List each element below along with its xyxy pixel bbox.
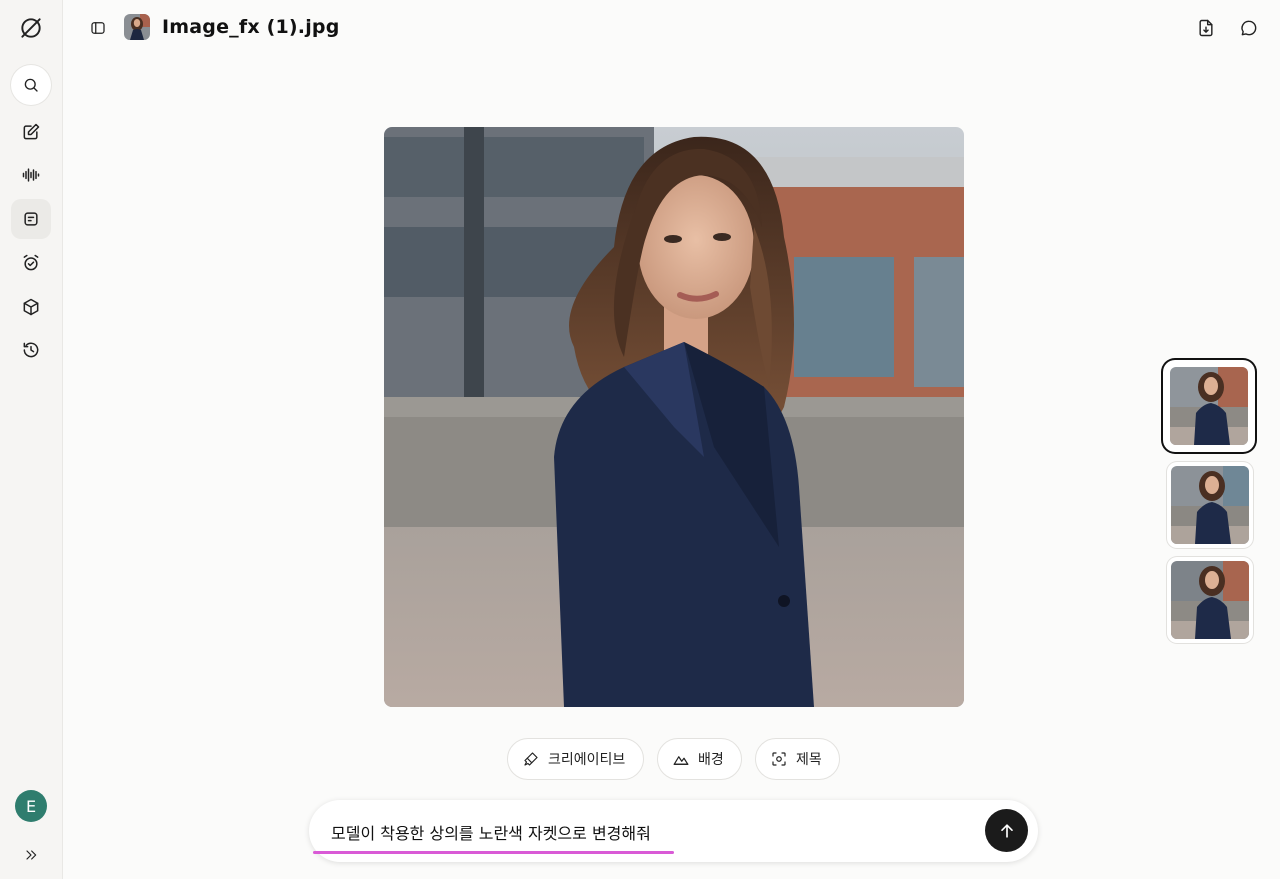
- prompt-composer[interactable]: 모델이 착용한 상의를 노란색 자켓으로 변경해줘: [309, 800, 1038, 862]
- notes-icon[interactable]: [11, 199, 51, 239]
- arrow-up-icon: [1000, 823, 1013, 838]
- download-icon[interactable]: [1189, 11, 1223, 45]
- background-label: 배경: [698, 752, 724, 768]
- expand-sidebar-icon[interactable]: [11, 835, 51, 875]
- history-icon[interactable]: [11, 330, 51, 370]
- creative-label: 크리에이티브: [548, 752, 626, 768]
- creative-button[interactable]: 크리에이티브: [507, 738, 644, 780]
- audio-wave-icon[interactable]: [11, 155, 51, 195]
- alarm-icon[interactable]: [11, 243, 51, 283]
- prompt-input[interactable]: 모델이 착용한 상의를 노란색 자켓으로 변경해줘: [331, 820, 651, 844]
- logo-icon[interactable]: [11, 8, 51, 48]
- edit-icon[interactable]: [11, 112, 51, 152]
- avatar-initial: E: [25, 796, 37, 816]
- chat-icon[interactable]: [1232, 11, 1266, 45]
- background-button[interactable]: 배경: [657, 738, 742, 780]
- subject-button[interactable]: 제목: [755, 738, 840, 780]
- main-image: [384, 127, 964, 707]
- send-button[interactable]: [985, 809, 1028, 852]
- mountain-icon: [673, 756, 689, 765]
- toggle-sidebar-icon[interactable]: [81, 11, 115, 45]
- file-title: Image_fx (1).jpg: [162, 16, 340, 38]
- brush-icon: [524, 752, 538, 766]
- thumbnail-2[interactable]: [1167, 462, 1253, 548]
- avatar[interactable]: E: [15, 790, 47, 822]
- search-icon[interactable]: [11, 65, 51, 105]
- sidebar: E: [0, 0, 63, 879]
- subject-label: 제목: [796, 752, 822, 768]
- thumbnail-3[interactable]: [1167, 557, 1253, 643]
- focus-icon: [772, 752, 786, 766]
- file-thumbnail: [124, 14, 150, 40]
- thumbnail-1[interactable]: [1163, 360, 1255, 452]
- cube-icon[interactable]: [11, 287, 51, 327]
- input-highlight-underline: [313, 851, 674, 854]
